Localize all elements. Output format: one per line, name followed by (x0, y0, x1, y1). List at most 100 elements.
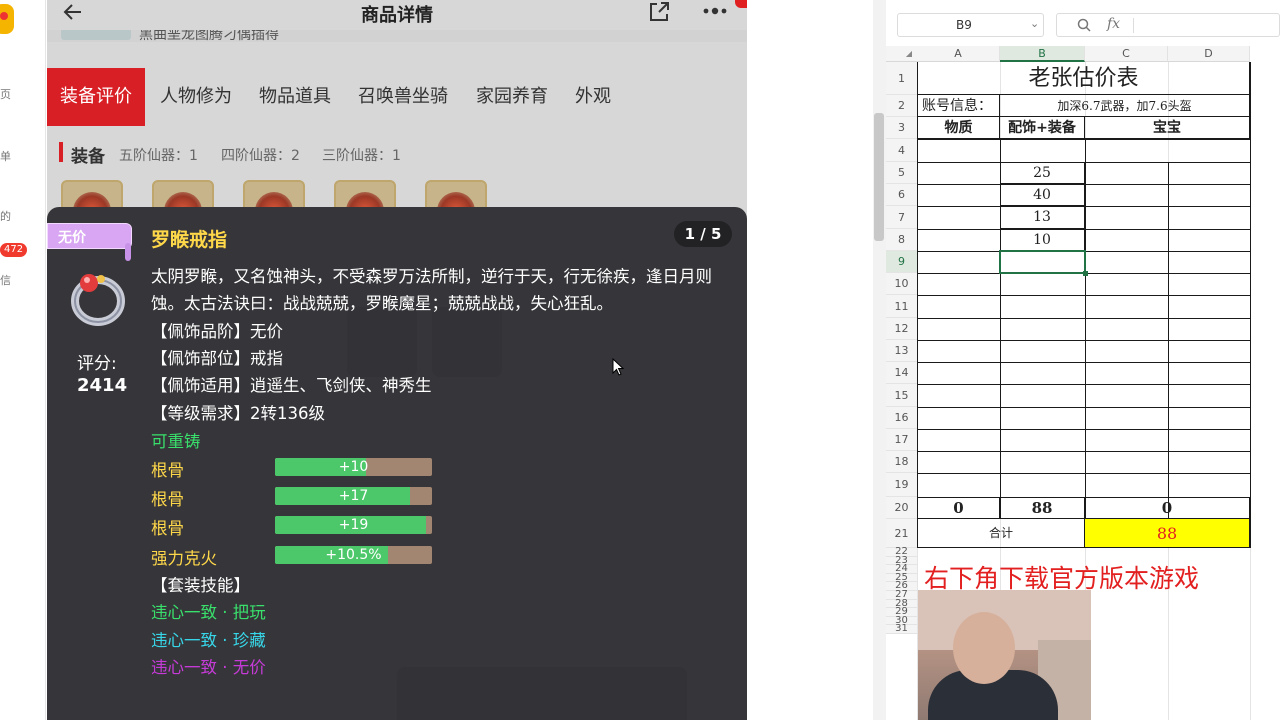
recast-label: 可重铸 (151, 432, 201, 451)
row-header[interactable]: 14 (886, 362, 917, 384)
fx-icon[interactable]: fx (1107, 16, 1120, 32)
b-value-cell[interactable]: 13 (1000, 206, 1085, 229)
grid-line (1250, 62, 1251, 548)
row-header[interactable]: 18 (886, 451, 917, 473)
sum-cell-c[interactable]: 0 (1085, 497, 1250, 519)
sum-cell-a[interactable]: 0 (917, 497, 1000, 519)
column-header-d[interactable]: D (1168, 46, 1250, 62)
ring-icon (71, 274, 125, 326)
score-label: 评分: (77, 354, 117, 374)
b-value-cell[interactable]: 10 (1000, 229, 1085, 251)
tab-equipment[interactable]: 装备评价 (47, 68, 145, 126)
row-header[interactable]: 6 (886, 184, 917, 206)
page-indicator[interactable]: 1 / 5 (674, 221, 732, 247)
item-description: 太阴罗睺，又名蚀神头，不受森罗万法所制，逆行于天，行无徐疾，逢日月则蚀。太古法诀… (151, 267, 712, 313)
column-header-c[interactable]: C (1085, 46, 1168, 62)
row-header[interactable]: 7 (886, 206, 917, 229)
priceless-badge: 无价 (47, 223, 132, 249)
attr-grade: 【佩饰品阶】无价 (151, 322, 283, 341)
total-value[interactable]: 88 (1085, 519, 1250, 548)
row-header[interactable]: 12 (886, 318, 917, 340)
account-label[interactable]: 账号信息： (917, 95, 1000, 117)
strip-label-3[interactable]: 的 (0, 208, 11, 224)
app-logo-icon[interactable] (0, 4, 14, 34)
grid-line (917, 473, 1251, 474)
close-corner (735, 0, 747, 8)
row-header[interactable]: 1 (886, 62, 917, 95)
section-marker (59, 142, 63, 162)
sum-cell-b[interactable]: 88 (1000, 497, 1085, 519)
b-value-cell[interactable]: 40 (1000, 184, 1085, 206)
separator (1133, 18, 1134, 33)
row-header[interactable]: 2 (886, 95, 917, 117)
row-header[interactable]: 9 (886, 251, 917, 273)
more-icon[interactable] (702, 6, 732, 16)
tab-home[interactable]: 家园养育 (476, 68, 548, 126)
total-label[interactable]: 合计 (917, 519, 1085, 548)
formula-bar[interactable]: fx (1056, 13, 1280, 37)
scroll-thumb[interactable] (874, 113, 884, 241)
grid-line (917, 362, 1251, 363)
col-header-pet[interactable]: 宝宝 (1085, 117, 1250, 139)
row-header[interactable]: 16 (886, 407, 917, 429)
row-header[interactable]: 4 (886, 139, 917, 162)
row-header[interactable]: 31 (886, 624, 917, 634)
row-header[interactable]: 20 (886, 497, 917, 519)
b-value-cell[interactable]: 25 (1000, 162, 1085, 184)
tab-character[interactable]: 人物修为 (160, 68, 232, 126)
row-header[interactable]: 17 (886, 429, 917, 451)
sheet-title[interactable]: 老张估价表 (917, 62, 1250, 95)
tab-appearance[interactable]: 外观 (575, 68, 611, 126)
col-header-material[interactable]: 物质 (917, 117, 1000, 139)
webcam-person-head (953, 612, 1015, 684)
row-header[interactable]: 5 (886, 162, 917, 184)
item-name: 罗睺戒指 (151, 229, 228, 251)
grid-line (917, 318, 1251, 319)
account-value[interactable]: 加深6.7武器，加7.6头盔 (1000, 95, 1250, 117)
grid-line (917, 340, 1251, 341)
search-icon[interactable] (1077, 18, 1091, 32)
row-header[interactable]: 3 (886, 117, 917, 139)
col-header-equipment[interactable]: 配饰+装备 (1000, 117, 1085, 139)
stat-label: 根骨 (151, 461, 184, 480)
row-header[interactable]: 10 (886, 273, 917, 295)
row-header[interactable]: 19 (886, 473, 917, 497)
stat-label: 根骨 (151, 490, 184, 509)
strip-label-2[interactable]: 单 (0, 148, 11, 164)
column-header-b[interactable]: B (1000, 46, 1085, 62)
unread-badge: 472 (0, 243, 28, 257)
row-header[interactable]: 8 (886, 229, 917, 251)
grid-line (1168, 162, 1169, 519)
attr-class: 【佩饰适用】逍遥生、飞剑侠、神秀生 (151, 376, 432, 395)
name-box[interactable]: B9 ⌄ (897, 13, 1044, 37)
equip-stat-3: 三阶仙器：1 (322, 148, 401, 164)
row-header[interactable]: 21 (886, 519, 917, 548)
selected-cell-b9[interactable] (999, 250, 1088, 276)
tab-pets[interactable]: 召唤兽坐骑 (358, 68, 448, 126)
stat-bar: +10 (275, 458, 432, 476)
set-skill: 违心一致 · 珍藏 (151, 631, 266, 650)
stat-bar: +19 (275, 516, 432, 534)
strip-label-4[interactable]: 信 (0, 272, 11, 288)
tab-items[interactable]: 物品道具 (259, 68, 331, 126)
top-bar: 商品详情 (47, 0, 747, 34)
row-header[interactable]: 15 (886, 384, 917, 407)
score-value: 2414 (77, 375, 128, 396)
row-header[interactable]: 13 (886, 340, 917, 362)
stat-bar-value: +10 (338, 459, 369, 475)
equipment-title: 装备 (71, 147, 105, 167)
blank-area (747, 0, 873, 720)
chevron-down-icon[interactable]: ⌄ (1030, 17, 1039, 30)
column-header-a[interactable]: A (917, 46, 1000, 62)
stat-bar-value: +10.5% (325, 547, 382, 563)
row-header[interactable]: 11 (886, 295, 917, 318)
strip-label-1[interactable]: 页 (0, 86, 11, 102)
share-icon[interactable] (647, 0, 671, 24)
spreadsheet: B9 ⌄ fx ◢ A B C D 1 2 3 4 5 6 7 8 9 10 11 12 13 14 15 1… (873, 0, 1280, 720)
badge-text: 无价 (58, 230, 86, 246)
select-all-corner[interactable]: ◢ (886, 46, 917, 62)
stat-label: 强力克火 (151, 549, 217, 568)
vertical-scrollbar[interactable] (873, 0, 886, 720)
item-tooltip: 无价 罗睺戒指 1 / 5 评分: 2414 太阴罗睺，又名蚀神头，不受森罗万法… (47, 207, 747, 720)
stat-bar: +10.5% (275, 546, 432, 564)
